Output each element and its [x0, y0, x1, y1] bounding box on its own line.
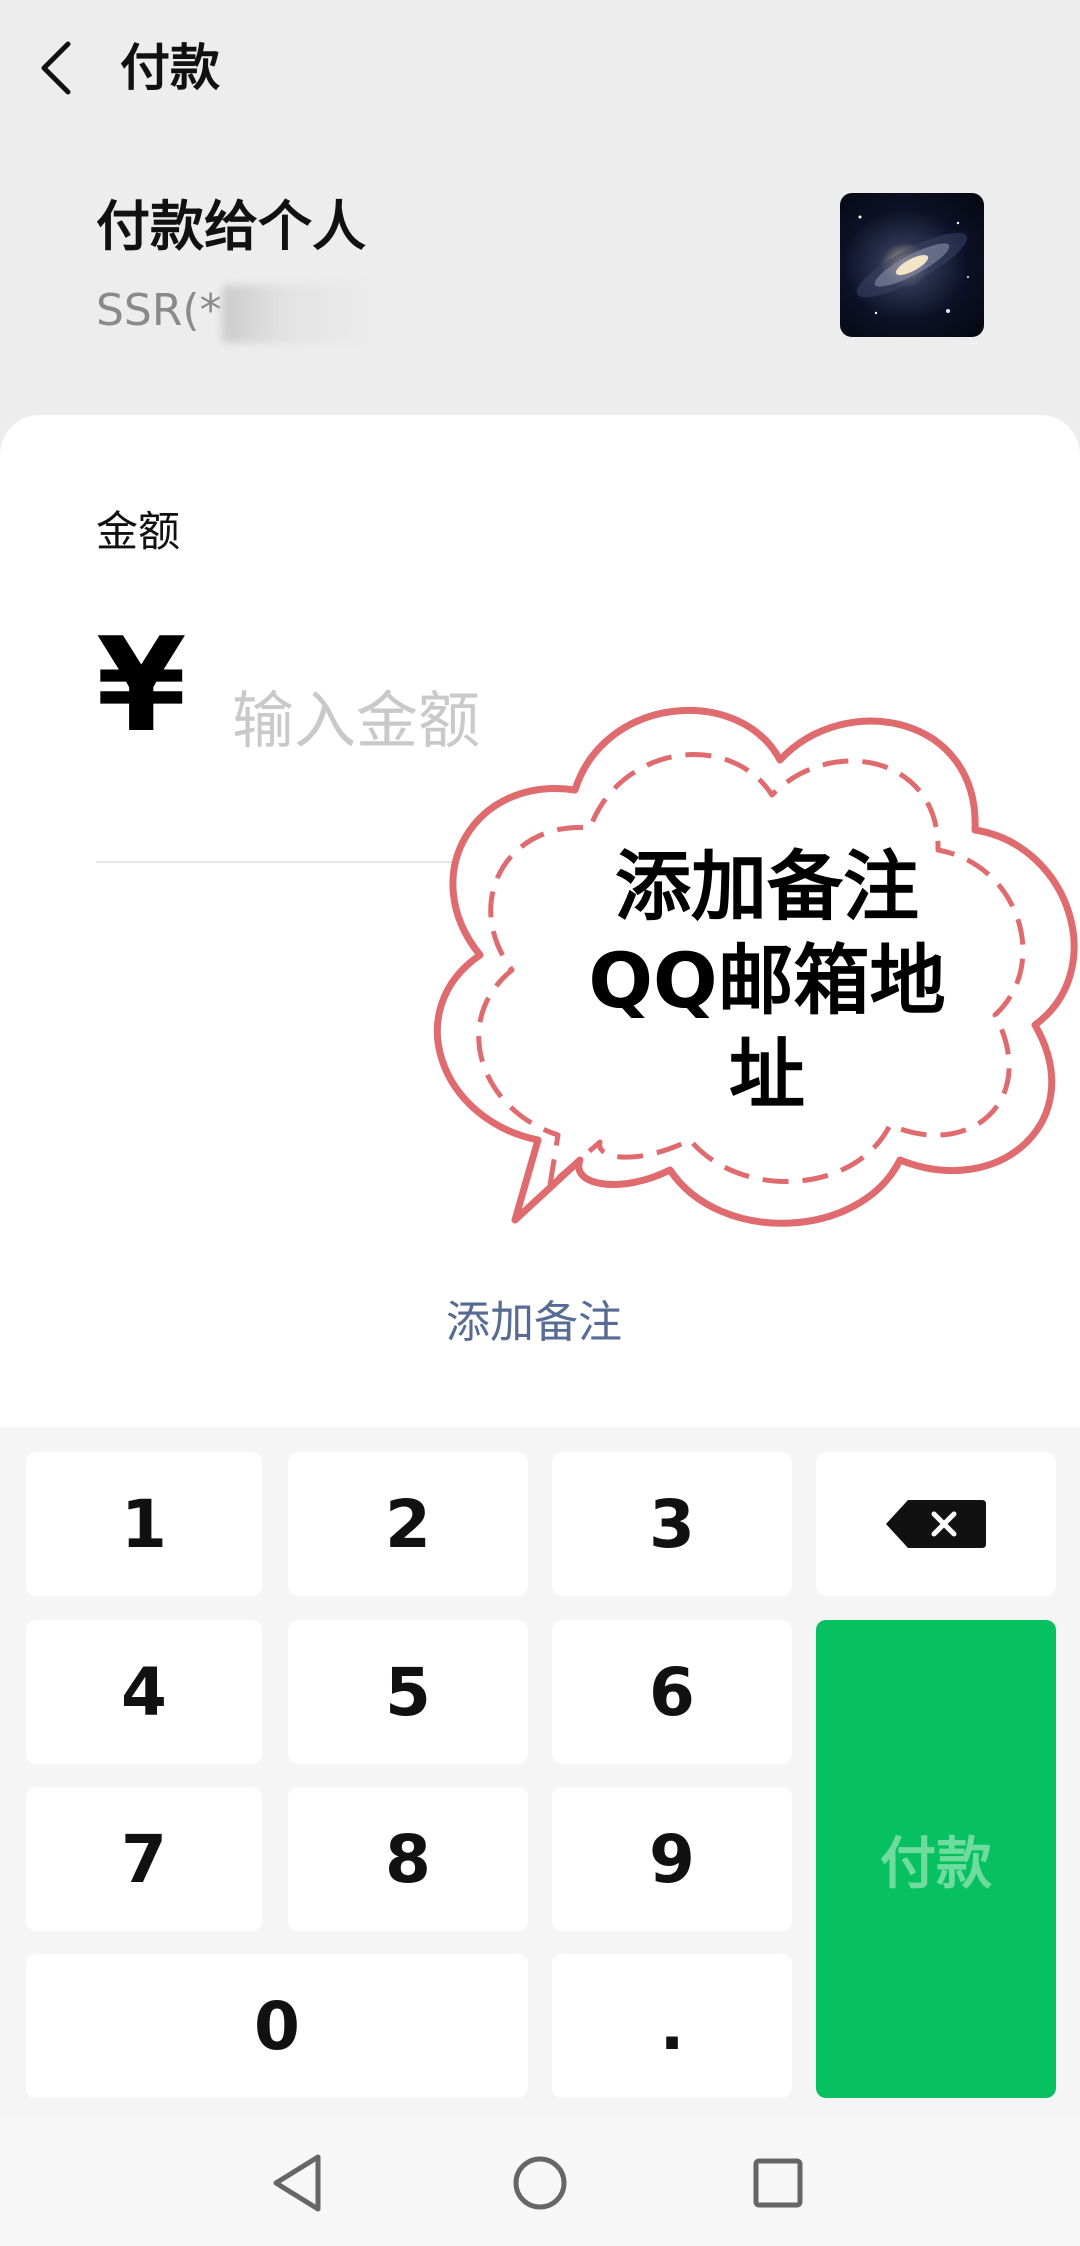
- page-title: 付款: [120, 39, 220, 97]
- system-recent-button[interactable]: [738, 2143, 818, 2223]
- circle-home-icon: [513, 2156, 567, 2210]
- numeric-keypad: 1 2 3 4 5 6 7 8 9 0 . 付款: [0, 1427, 1080, 2117]
- amount-input[interactable]: [232, 670, 952, 770]
- key-7[interactable]: 7: [26, 1787, 262, 1931]
- key-decimal[interactable]: .: [552, 1954, 792, 2098]
- key-2[interactable]: 2: [288, 1452, 528, 1596]
- divider: [96, 861, 984, 863]
- backspace-icon: [886, 1500, 986, 1548]
- nav-bar: 付款: [0, 0, 1080, 140]
- system-back-button[interactable]: [258, 2143, 338, 2223]
- backspace-key[interactable]: [816, 1452, 1056, 1596]
- add-note-link[interactable]: 添加备注: [446, 1295, 622, 1351]
- chevron-left-icon: [41, 41, 71, 95]
- square-recent-icon: [753, 2158, 803, 2208]
- system-home-button[interactable]: [500, 2143, 580, 2223]
- key-5[interactable]: 5: [288, 1620, 528, 1764]
- key-8[interactable]: 8: [288, 1787, 528, 1931]
- back-button[interactable]: [28, 30, 88, 106]
- payee-account: SSR(*: [96, 285, 222, 336]
- key-1[interactable]: 1: [26, 1452, 262, 1596]
- privacy-blur: [222, 285, 382, 343]
- key-6[interactable]: 6: [552, 1620, 792, 1764]
- amount-card: 金额 ¥ 添加备注: [0, 415, 1080, 1427]
- pay-button[interactable]: 付款: [816, 1620, 1056, 2098]
- avatar: [840, 193, 984, 337]
- key-4[interactable]: 4: [26, 1620, 262, 1764]
- system-nav-bar: [0, 2117, 1080, 2246]
- payee-heading: 付款给个人: [96, 195, 366, 258]
- key-3[interactable]: 3: [552, 1452, 792, 1596]
- currency-symbol: ¥: [96, 609, 187, 761]
- amount-label: 金额: [96, 507, 181, 556]
- key-0[interactable]: 0: [26, 1954, 528, 2098]
- triangle-back-icon: [273, 2154, 321, 2212]
- key-9[interactable]: 9: [552, 1787, 792, 1931]
